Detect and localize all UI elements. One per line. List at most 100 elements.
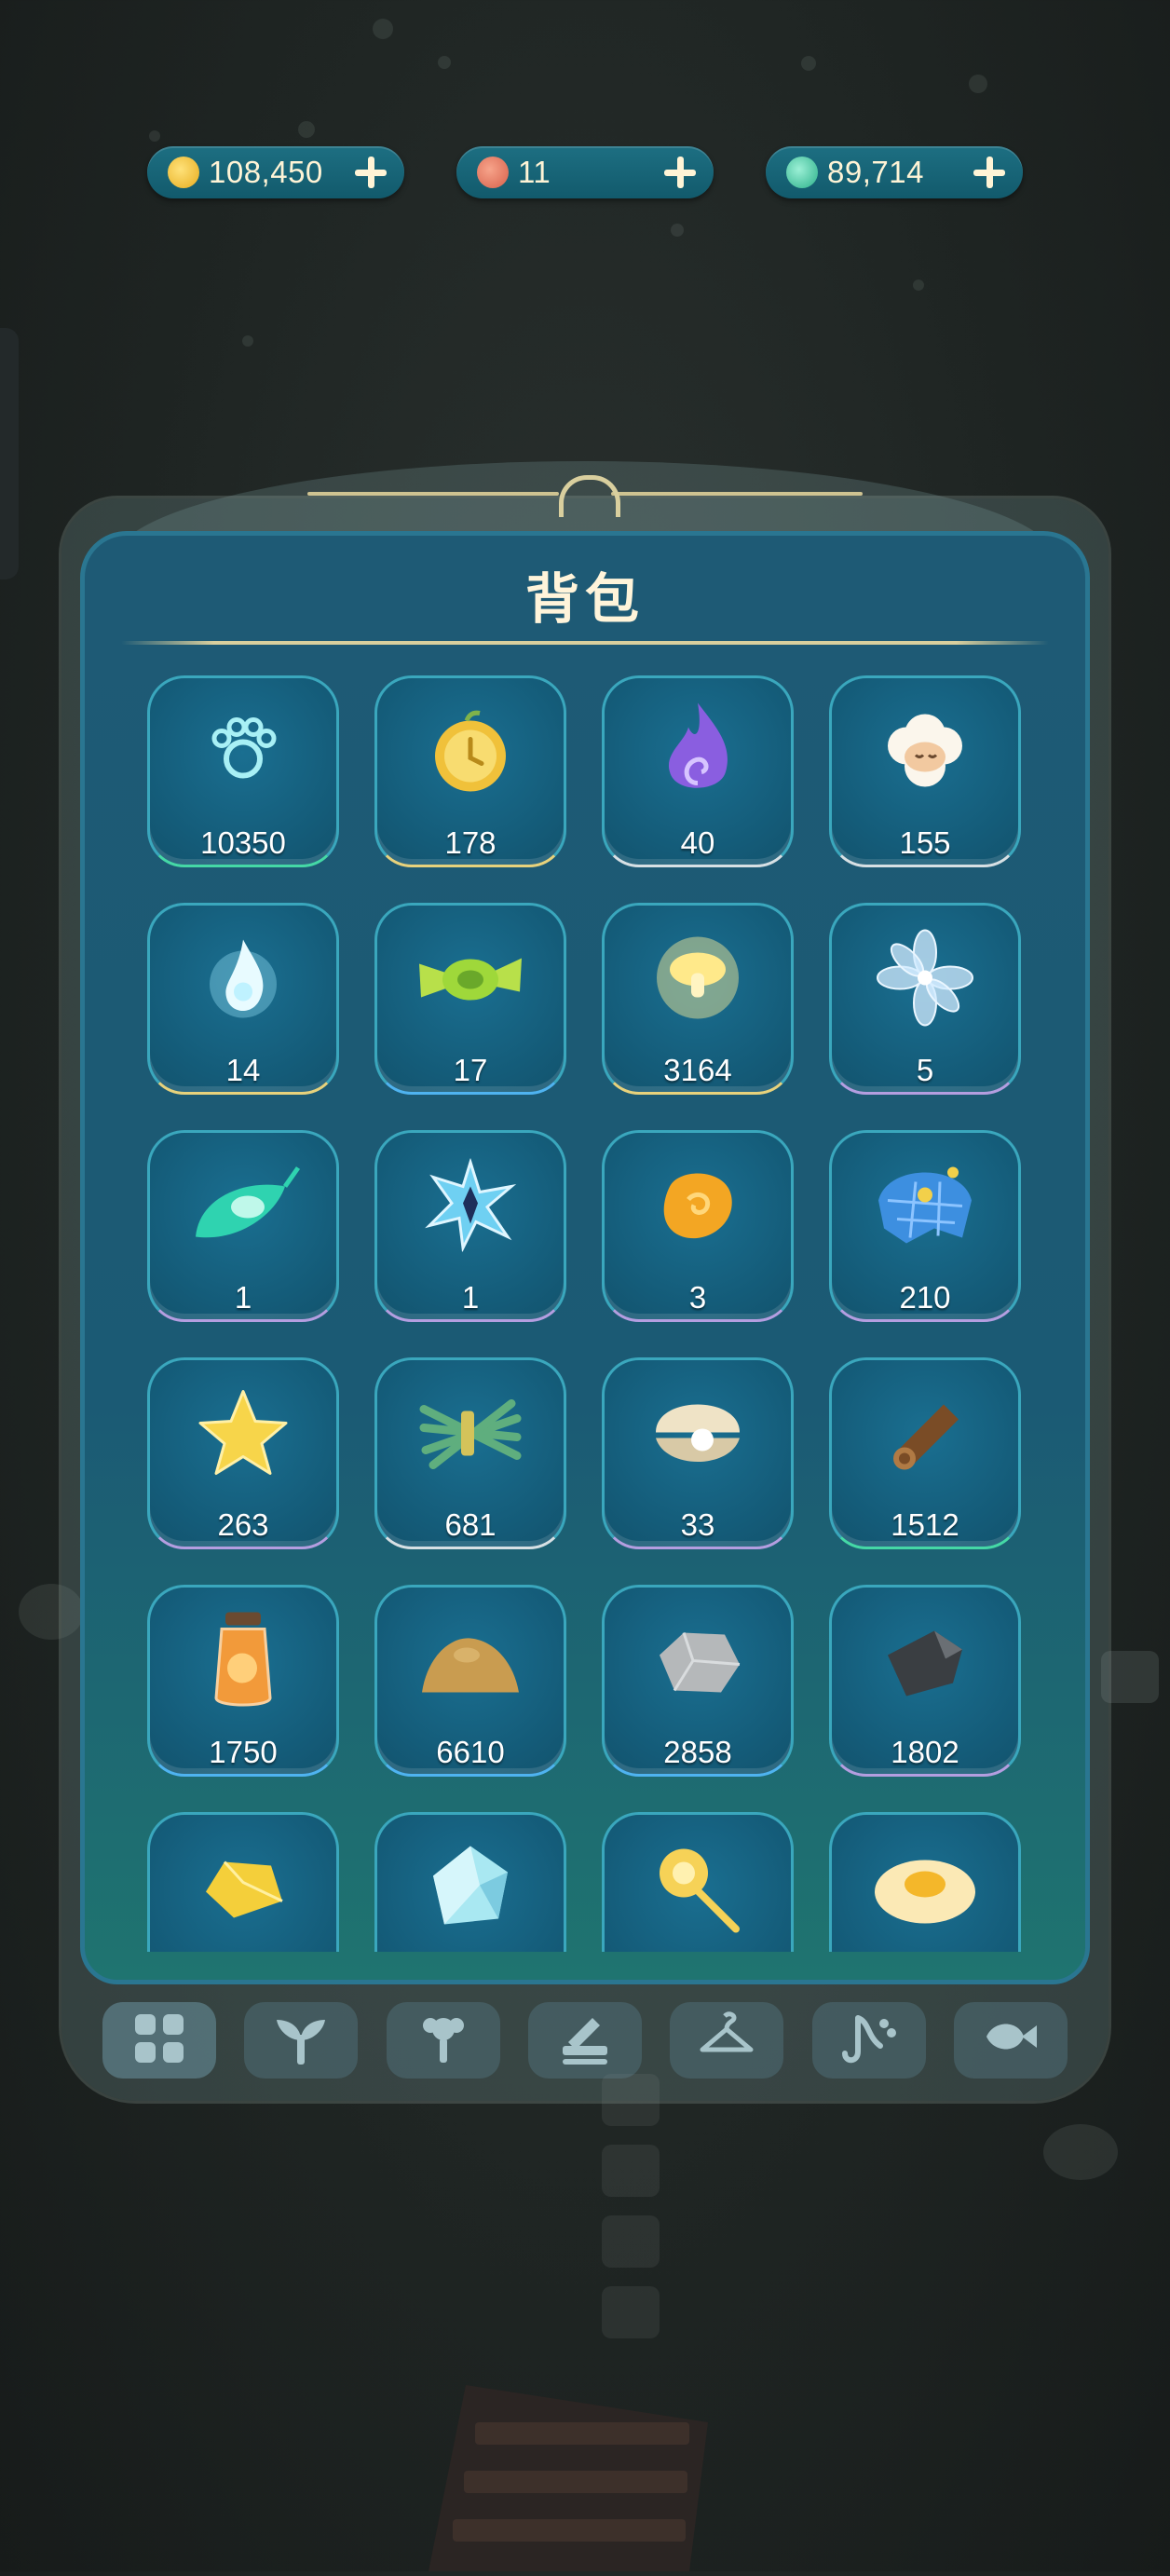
crystal-flower-icon	[874, 927, 976, 1034]
inventory-slot[interactable]: 3	[602, 1130, 794, 1322]
wooden-ladder-icon	[410, 2385, 745, 2571]
gray-stone-icon	[646, 1618, 749, 1707]
tab-sprout-icon	[271, 2009, 331, 2073]
coal-block-icon	[878, 1618, 972, 1707]
inventory-slot[interactable]: 33	[602, 1357, 794, 1549]
inventory-slot[interactable]: 3164	[602, 903, 794, 1095]
inventory-slot[interactable]: 14	[147, 903, 339, 1095]
item-count: 3164	[663, 1053, 732, 1087]
fried-egg-icon	[869, 1846, 981, 1934]
inventory-slot[interactable]: 6610	[374, 1585, 566, 1777]
item-count: 1	[461, 1280, 480, 1315]
inventory-slot[interactable]: 1750	[147, 1585, 339, 1777]
inventory-slot[interactable]: 40	[602, 675, 794, 867]
category-tab-bar	[102, 1999, 1068, 2081]
inventory-slot[interactable]: 2858	[602, 1585, 794, 1777]
item-count: 5	[916, 1053, 934, 1087]
item-count: 10350	[200, 825, 286, 860]
blue-star-crystal-icon	[424, 1157, 517, 1257]
wood-log-icon	[878, 1386, 972, 1484]
inventory-slot[interactable]	[829, 1812, 1021, 1952]
inventory-slot[interactable]	[147, 1812, 339, 1952]
inventory-slot[interactable]: 10350	[147, 675, 339, 867]
tab-hanger-icon	[697, 2009, 756, 2073]
green-feather-icon	[183, 1159, 304, 1257]
add-star-crystal-button[interactable]	[971, 154, 1008, 191]
amber-stone-icon	[651, 1159, 744, 1257]
inventory-slot[interactable]: 263	[147, 1357, 339, 1549]
item-count: 263	[217, 1507, 269, 1542]
red-gem-counter: 11	[456, 146, 714, 198]
tab-decor[interactable]	[386, 2002, 500, 2079]
inventory-slot[interactable]: 681	[374, 1357, 566, 1549]
ghost-slot	[602, 2215, 660, 2268]
crown-ornament-icon	[559, 475, 620, 517]
item-count: 210	[899, 1280, 951, 1315]
red-gem-icon	[477, 157, 509, 188]
star-icon	[197, 1386, 290, 1484]
gold-coin-icon	[168, 157, 199, 188]
item-count: 1802	[891, 1735, 959, 1769]
star-crystal-counter: 89,714	[766, 146, 1023, 198]
inventory-slot[interactable]: 1	[147, 1130, 339, 1322]
inventory-slot[interactable]: 178	[374, 675, 566, 867]
sand-pile-icon	[415, 1618, 526, 1707]
inventory-slot[interactable]: 17	[374, 903, 566, 1095]
ghost-slot	[602, 2145, 660, 2197]
add-red-gem-button[interactable]	[661, 154, 699, 191]
pearl-shell-icon	[646, 1386, 749, 1484]
tab-plants[interactable]	[244, 2002, 359, 2079]
green-candy-icon	[410, 936, 531, 1025]
inventory-slot[interactable]: 210	[829, 1130, 1021, 1322]
star-crystal-icon	[786, 157, 818, 188]
tab-all-grid-icon	[129, 2009, 189, 2073]
item-count: 40	[680, 825, 715, 860]
golden-wand-icon	[646, 1836, 749, 1943]
item-count: 681	[444, 1507, 497, 1542]
ghost-slot	[1101, 1651, 1159, 1703]
gold-coin-counter: 108,450	[147, 146, 404, 198]
tab-creatures[interactable]	[953, 2002, 1068, 2079]
star-crystal-value: 89,714	[827, 155, 924, 189]
item-count: 1750	[209, 1735, 278, 1769]
inventory-slot[interactable]: 1802	[829, 1585, 1021, 1777]
blue-spirit-flame-icon	[197, 927, 290, 1034]
gold-nugget-icon	[197, 1846, 290, 1934]
item-count: 33	[680, 1507, 715, 1542]
tab-all[interactable]	[102, 2002, 216, 2079]
inventory-slot[interactable]: 5	[829, 903, 1021, 1095]
item-count: 14	[225, 1053, 261, 1087]
item-count: 1512	[891, 1507, 959, 1542]
tab-fish-icon	[981, 2009, 1041, 2073]
grass-bundle-icon	[415, 1391, 526, 1479]
tab-music[interactable]	[811, 2002, 926, 2079]
panel-title: 背包	[524, 567, 645, 631]
ornament-left	[307, 492, 559, 496]
item-count: 6610	[436, 1735, 505, 1769]
purple-flame-icon	[651, 700, 744, 807]
inventory-slot[interactable]: 1512	[829, 1357, 1021, 1549]
tab-music-icon	[839, 2009, 899, 2073]
item-count: 1	[234, 1280, 252, 1315]
side-edge-tab[interactable]	[0, 328, 19, 579]
title-divider	[121, 641, 1049, 645]
diamond-icon	[424, 1841, 517, 1939]
inventory-slot[interactable]: 1	[374, 1130, 566, 1322]
ghost-slot	[602, 2286, 660, 2338]
sheep-icon	[878, 709, 972, 797]
tab-clothing[interactable]	[670, 2002, 784, 2079]
add-gold-button[interactable]	[352, 154, 389, 191]
inventory-slot[interactable]: 155	[829, 675, 1021, 867]
item-grid: 10350 178 40 155 14 17 3164 5 1 1 3 210 …	[130, 666, 1043, 1952]
tab-tools[interactable]	[527, 2002, 642, 2079]
item-count: 2858	[663, 1735, 732, 1769]
ghost-slot	[602, 2074, 660, 2126]
tab-tools-icon	[555, 2009, 615, 2073]
inventory-slot[interactable]	[374, 1812, 566, 1952]
inventory-slot[interactable]	[602, 1812, 794, 1952]
ornament-right	[611, 492, 863, 496]
item-count: 3	[688, 1280, 707, 1315]
item-count: 178	[444, 825, 497, 860]
golden-clock-fruit-icon	[424, 704, 517, 802]
honey-jar-icon	[201, 1609, 285, 1716]
